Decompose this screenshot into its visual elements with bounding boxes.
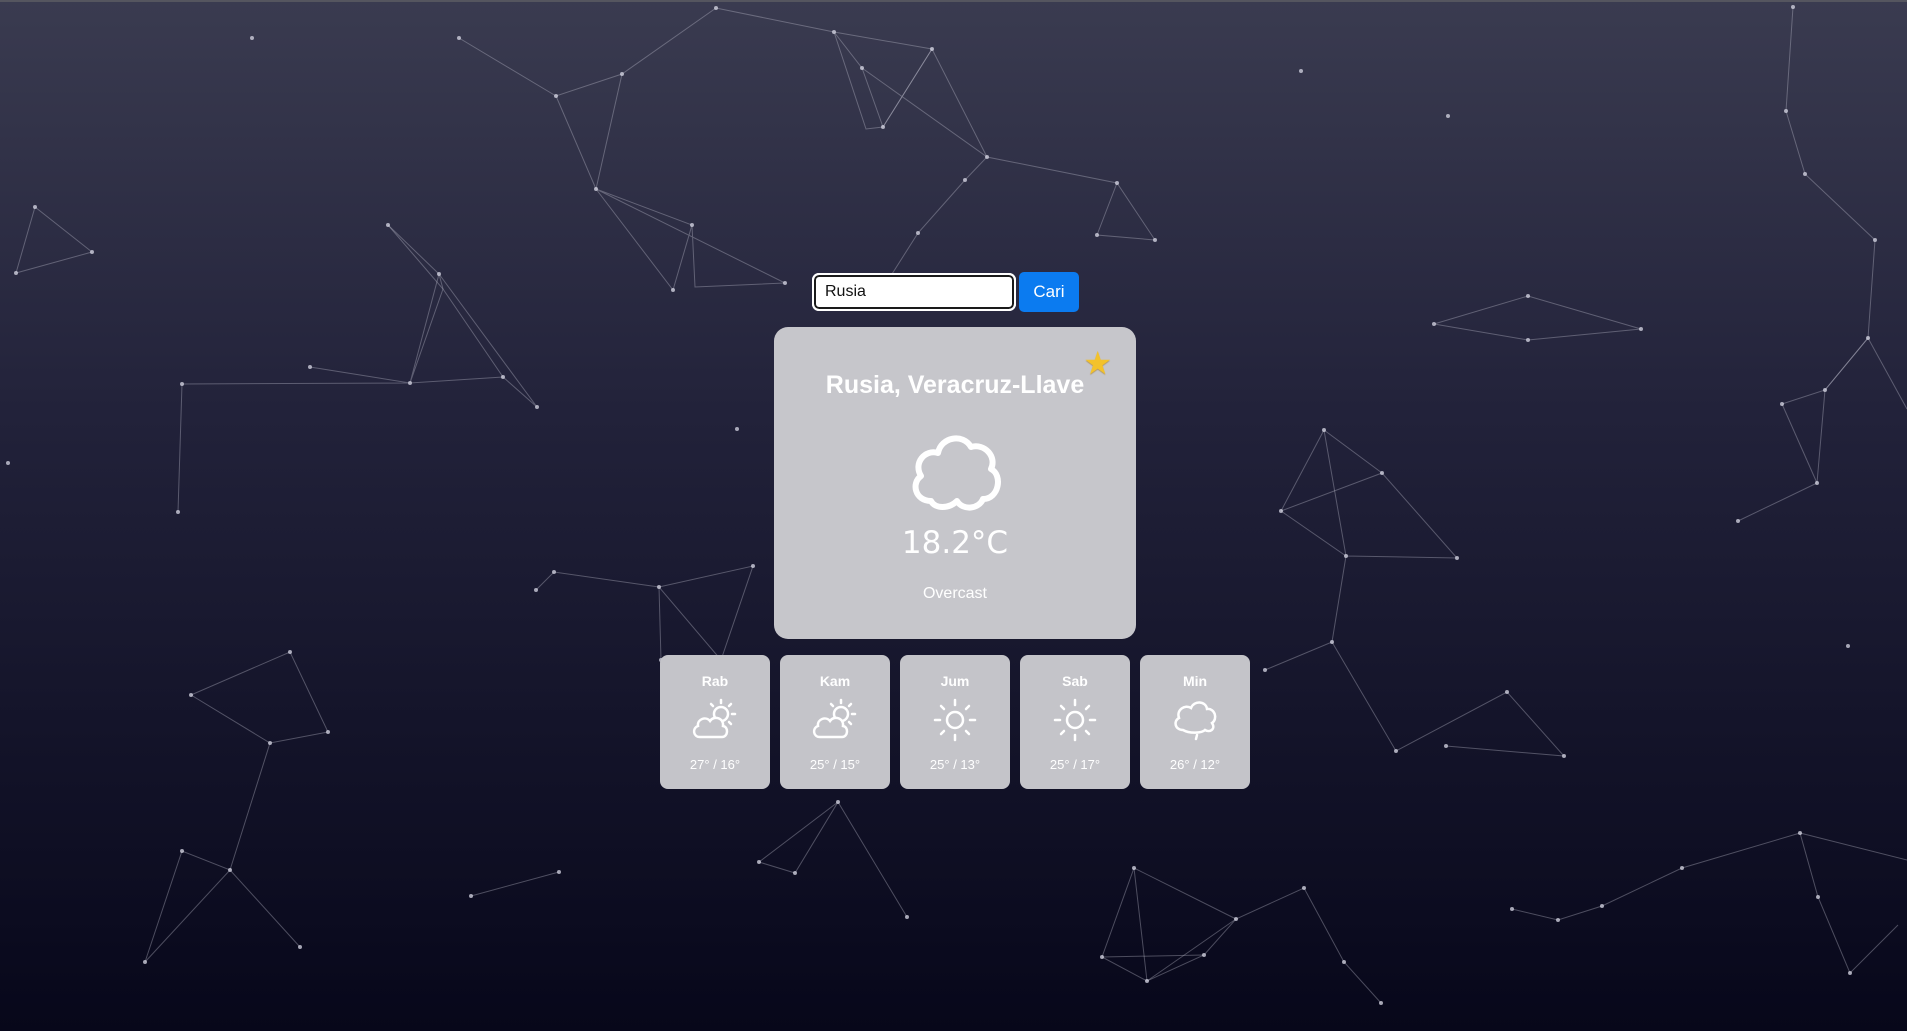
forecast-list: Rab 27° / 16° Kam 25° / 15° Jum 25° / 13…: [660, 655, 1250, 789]
sun-icon: [933, 698, 977, 742]
partly-cloudy-icon: [692, 698, 737, 739]
forecast-day: Kam: [819, 673, 851, 689]
forecast-day: Sab: [1062, 673, 1088, 689]
location-title: Rusia, Veracruz-Llave: [825, 371, 1085, 399]
window-top-edge: [0, 0, 1907, 2]
partly-cloudy-icon: [812, 698, 857, 739]
city-search-input[interactable]: [812, 273, 1016, 311]
forecast-day: Rab: [701, 673, 729, 689]
cloud-icon: [912, 435, 1001, 511]
forecast-day: Jum: [940, 673, 970, 689]
forecast-day: Min: [1182, 673, 1208, 689]
forecast-card: Sab 25° / 17°: [1020, 655, 1130, 789]
current-temperature: 18.2°C: [901, 525, 1009, 561]
forecast-temp-range: 25° / 15°: [809, 757, 861, 772]
forecast-card: Min 26° / 12°: [1140, 655, 1250, 789]
forecast-card: Jum 25° / 13°: [900, 655, 1010, 789]
search-bar: Cari: [812, 272, 1079, 312]
forecast-temp-range: 26° / 12°: [1169, 757, 1221, 772]
forecast-card: Rab 27° / 16°: [660, 655, 770, 789]
current-weather-card: ★ Rusia, Veracruz-Llave 18.2°C Overcast: [774, 327, 1136, 639]
forecast-temp-range: 25° / 13°: [929, 757, 981, 772]
sun-icon: [1053, 698, 1097, 742]
forecast-temp-range: 27° / 16°: [689, 757, 741, 772]
forecast-temp-range: 25° / 17°: [1049, 757, 1101, 772]
forecast-card: Kam 25° / 15°: [780, 655, 890, 789]
weather-condition: Overcast: [922, 585, 987, 602]
cloud-drizzle-icon: [1174, 701, 1217, 741]
search-button[interactable]: Cari: [1019, 272, 1079, 312]
